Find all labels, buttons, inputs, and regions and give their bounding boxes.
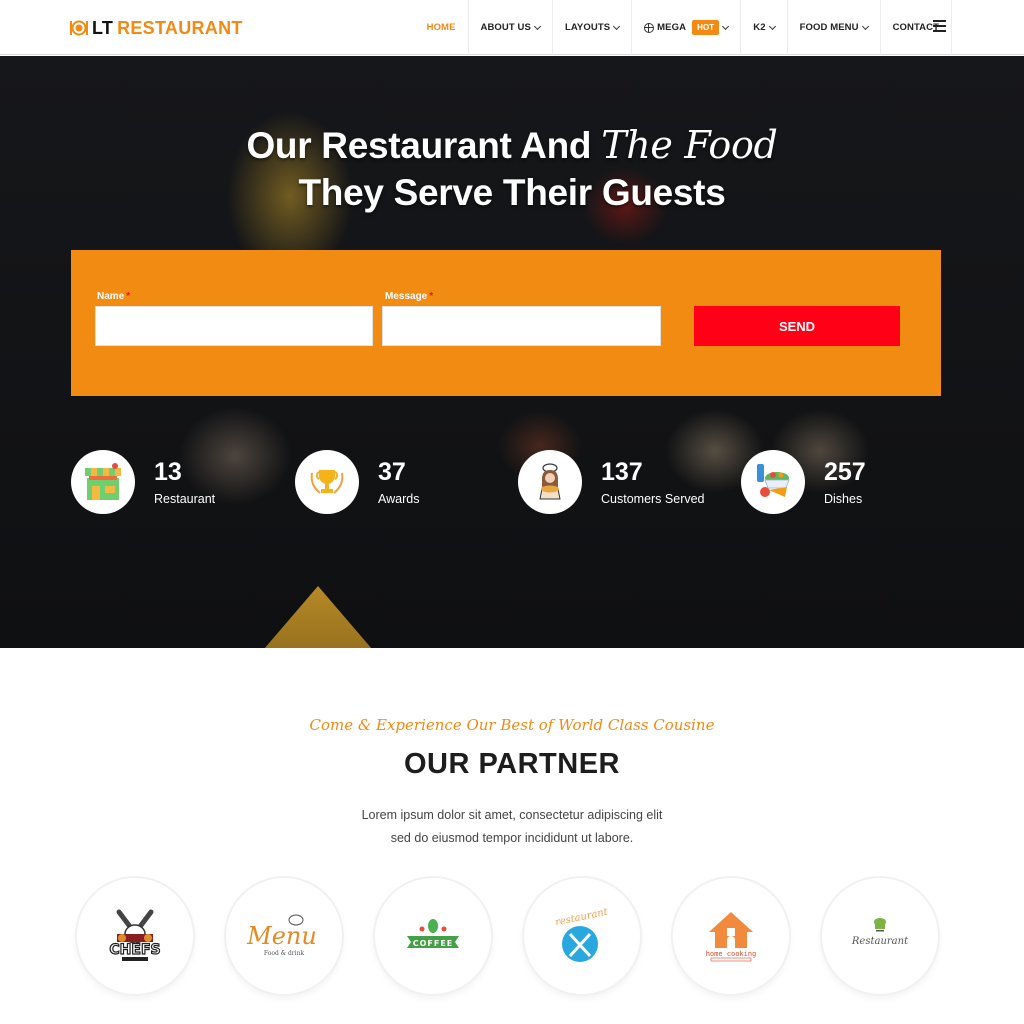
home-cooking-logo-icon: home cooking [706,912,757,962]
hero-title: Our Restaurant And The Food They Serve T… [0,122,1024,216]
name-input[interactable] [95,306,373,346]
partner-logo-restaurant-cutlery[interactable]: restaurant [522,876,642,996]
trophy-icon [295,450,359,514]
stat-label: Awards [378,492,420,506]
nav-label: K2 [753,22,766,33]
cutlery-logo-icon: restaurant [554,906,610,962]
partner-title: OUR PARTNER [403,748,621,780]
nav-mega[interactable]: MEGA HOT [631,0,740,55]
stat-value: 137 [601,458,643,486]
plate-cutlery-icon [70,19,88,37]
nav-label: MEGA [657,22,687,33]
partner-logo-restaurant-hat[interactable]: Restaurant [820,876,940,996]
stat-label: Dishes [824,492,863,506]
nav-label: ABOUT US [480,22,531,33]
svg-text:COFFEE: COFFEE [413,939,454,948]
message-label-text: Message [385,291,428,302]
name-label-text: Name [97,291,125,302]
stat-label: Restaurant [154,492,216,506]
message-label: Message * [385,291,433,302]
chevron-down-icon [533,22,541,30]
message-input[interactable] [382,306,661,346]
menu-logo-icon: Menu Food & drink [246,914,317,957]
partner-tagline: Come & Experience Our Best of World Clas… [309,716,715,734]
svg-text:Restaurant: Restaurant [851,936,909,947]
svg-text:home cooking: home cooking [706,950,757,958]
name-label: Name * [97,291,130,302]
logo-name: RESTAURANT [117,17,243,38]
chevron-down-icon [613,22,621,30]
chevron-down-icon [861,22,869,30]
partner-logo-home-cooking[interactable]: home cooking [671,876,791,996]
storefront-icon [71,450,135,514]
nav-layouts[interactable]: LAYOUTS [551,0,631,55]
nav-food-menu[interactable]: FOOD MENU [786,0,880,55]
nav-home[interactable]: HOME [415,0,468,55]
partner-logo-chefs[interactable]: CHEFS [75,876,195,996]
send-button[interactable]: SEND [694,306,900,346]
svg-text:restaurant: restaurant [554,906,610,928]
partner-logo-coffee[interactable]: COFFEE [373,876,493,996]
nav-label: HOME [426,22,456,33]
nav-k2[interactable]: K2 [740,0,786,55]
stat-customers: 137 Customers Served [518,450,705,514]
hero-title-script: The Food [601,123,778,167]
site-header: LT RESTAURANT HOME ABOUT US LAYOUTS MEGA… [0,0,1024,55]
hot-badge: HOT [692,20,720,35]
coffee-logo-icon: COFFEE [407,919,459,948]
stats-row: 13 Restaurant 37 Awards 137 Customers Se… [0,450,1024,520]
stat-value: 37 [378,458,406,486]
groceries-icon [741,450,805,514]
svg-text:Menu: Menu [246,922,317,950]
stat-value: 257 [824,458,866,486]
stat-value: 13 [154,458,182,486]
nav-label: LAYOUTS [564,22,611,33]
svg-text:Food & drink: Food & drink [264,950,305,957]
stat-restaurant: 13 Restaurant [71,450,215,514]
main-nav: HOME ABOUT US LAYOUTS MEGA HOT K2 FOOD M… [415,0,952,55]
stat-dishes: 257 Dishes [741,450,866,514]
hero-section: Our Restaurant And The Food They Serve T… [0,56,1024,648]
site-logo[interactable]: LT RESTAURANT [70,15,243,41]
chefs-logo-icon: CHEFS [109,909,161,961]
contact-form: Name * Message * SEND [71,250,941,396]
required-mark: * [126,291,131,302]
chef-icon [518,450,582,514]
logo-prefix: LT [92,17,114,38]
chevron-down-icon [768,22,776,30]
partner-logo-menu[interactable]: Menu Food & drink [224,876,344,996]
nav-about-us[interactable]: ABOUT US [467,0,552,55]
chevron-down-icon [722,22,730,30]
nav-label: FOOD MENU [799,22,859,33]
partner-section: Come & Experience Our Best of World Clas… [0,648,1024,1024]
partner-description: Lorem ipsum dolor sit amet, consectetur … [312,804,712,850]
chef-hat-logo-icon: Restaurant [851,918,909,947]
stat-label: Customers Served [601,492,705,506]
partner-desc-line1: Lorem ipsum dolor sit amet, consectetur … [361,808,663,822]
partner-logos: CHEFS Menu Food & drink COFFEE restauran… [75,876,955,996]
required-mark: * [429,291,434,302]
partner-desc-line2: sed do eiusmod tempor incididunt ut labo… [390,831,634,845]
hero-title-line2: They Serve Their Guests [298,172,726,213]
svg-text:CHEFS: CHEFS [109,942,160,958]
globe-icon [644,22,655,33]
hero-title-part1: Our Restaurant And [246,125,602,166]
stat-awards: 37 Awards [295,450,419,514]
hamburger-menu-icon[interactable] [933,20,946,32]
